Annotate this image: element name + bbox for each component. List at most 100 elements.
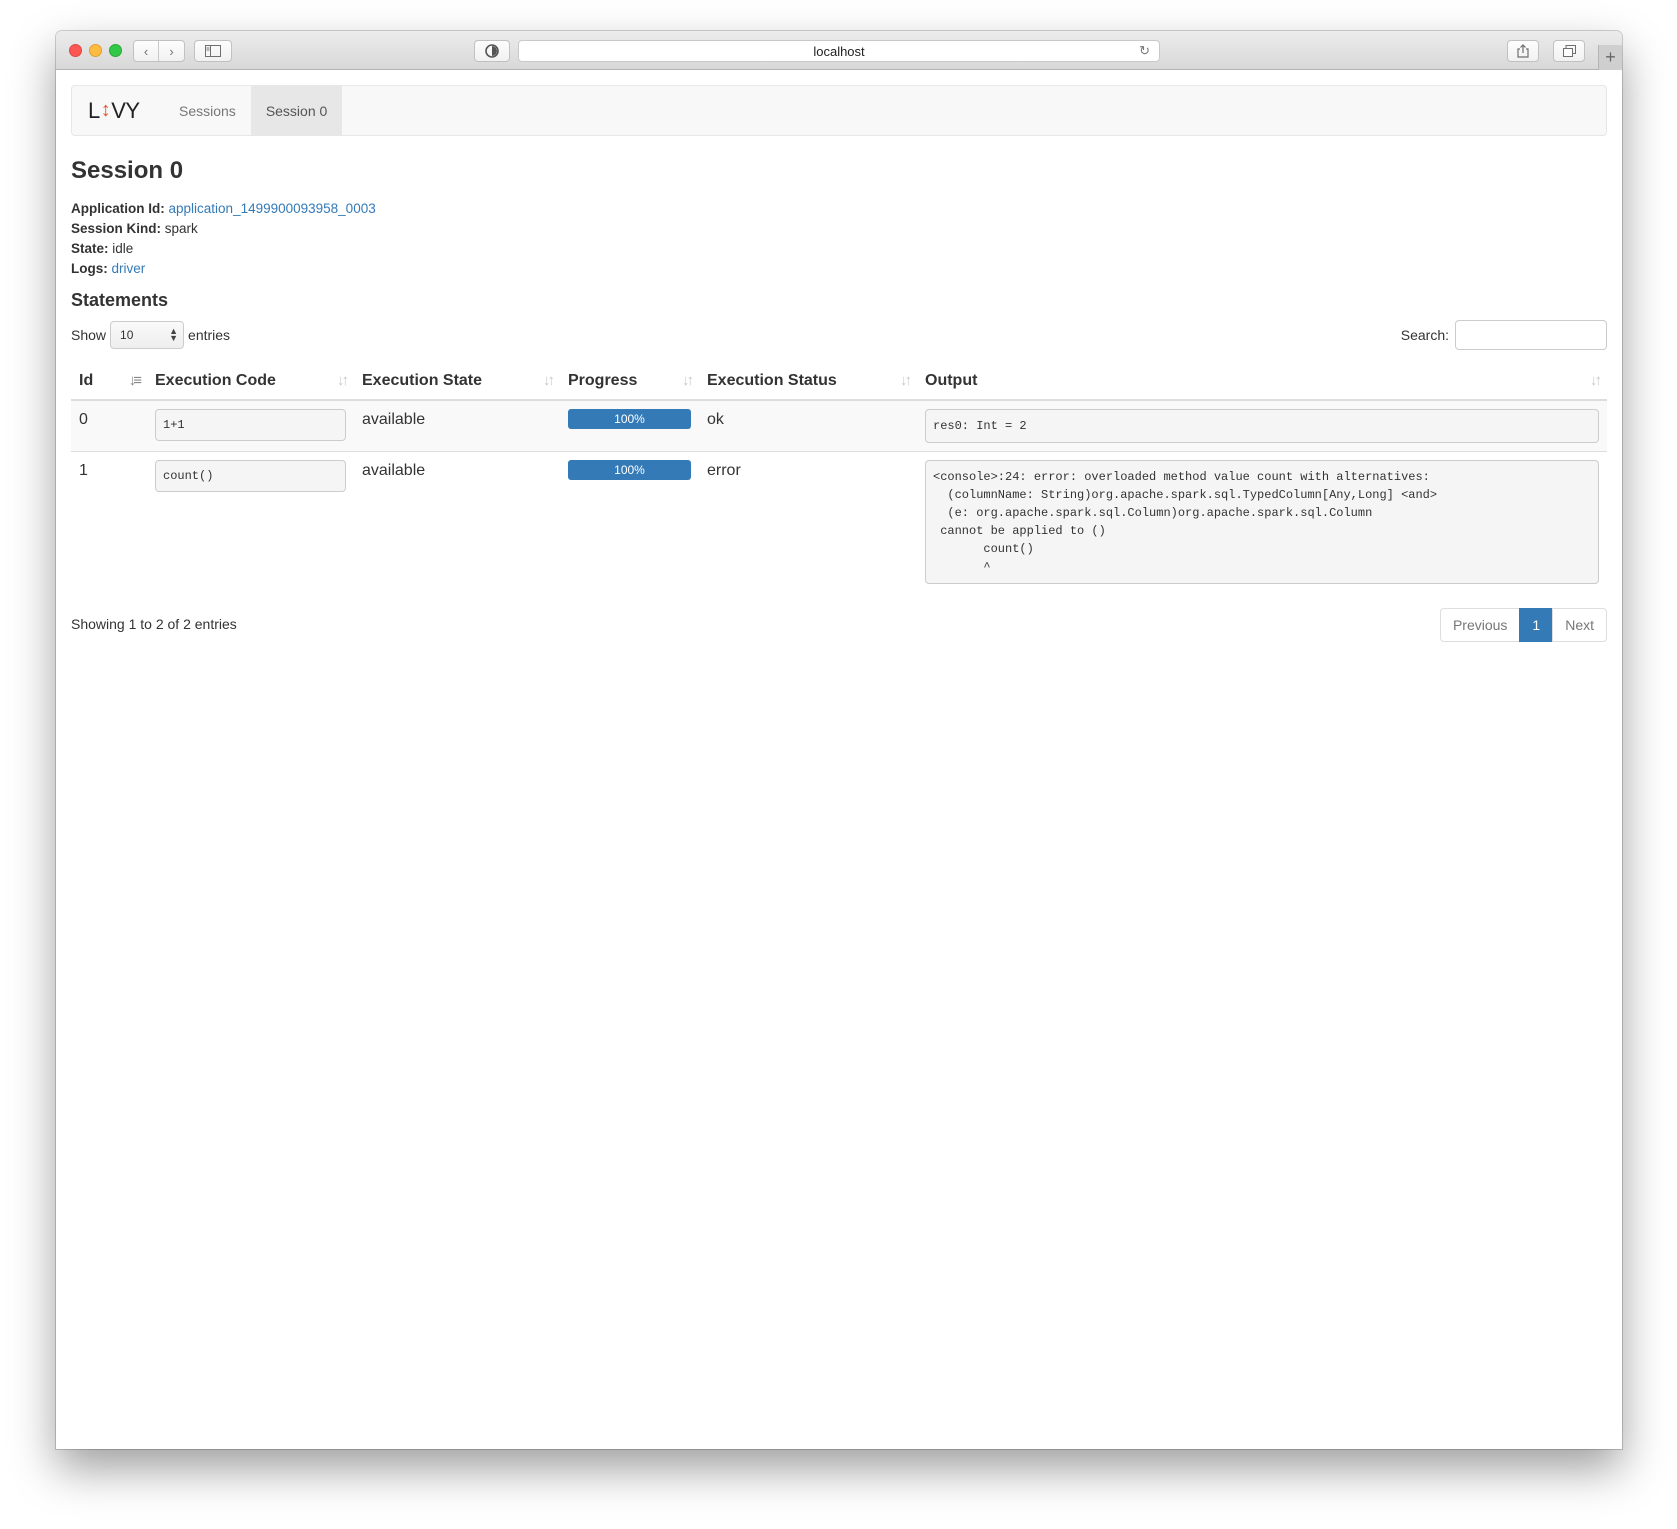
cell-state: available bbox=[354, 451, 560, 592]
cell-status: error bbox=[699, 451, 917, 592]
execution-state: available bbox=[362, 462, 426, 479]
column-header-label: Execution Status bbox=[707, 372, 837, 389]
application-id-label: Application Id: bbox=[71, 201, 165, 216]
session-info: Application Id: application_149990009395… bbox=[71, 199, 1607, 279]
address-bar[interactable]: localhost ↻ bbox=[518, 40, 1160, 62]
statements-table: Id ↓≡ Execution Code ↓↑ Execution State ↓↑ … bbox=[71, 363, 1607, 592]
table-footer: Showing 1 to 2 of 2 entries Previous 1 N… bbox=[71, 608, 1607, 642]
state-row: State: idle bbox=[71, 239, 1607, 259]
column-header-progress[interactable]: Progress ↓↑ bbox=[560, 363, 699, 401]
reload-icon[interactable]: ↻ bbox=[1139, 43, 1150, 59]
page-1-button[interactable]: 1 bbox=[1519, 608, 1554, 642]
execution-code-box[interactable]: count() bbox=[155, 460, 346, 492]
tabs-icon bbox=[1562, 45, 1576, 57]
table-row: 1 count() available 100% error <console>… bbox=[71, 451, 1607, 592]
progress-bar: 100% bbox=[568, 409, 691, 429]
table-info: Showing 1 to 2 of 2 entries bbox=[71, 616, 237, 632]
cell-output: res0: Int = 2 bbox=[917, 399, 1607, 452]
previous-page-button[interactable]: Previous bbox=[1439, 608, 1521, 642]
page-length-control: Show 10 ▲ ▼ entries bbox=[71, 320, 230, 350]
app-navbar: L ↕ VY Sessions Session 0 bbox=[71, 85, 1607, 136]
cell-state: available bbox=[354, 399, 560, 452]
statements-heading: Statements bbox=[71, 290, 169, 310]
history-nav-group: ‹ › bbox=[133, 40, 185, 62]
output-box[interactable]: <console>:24: error: overloaded method v… bbox=[925, 460, 1599, 584]
cell-code: count() bbox=[147, 451, 354, 592]
shield-icon bbox=[485, 44, 499, 58]
driver-logs-link[interactable]: driver bbox=[112, 261, 146, 276]
search-control: Search: bbox=[1401, 320, 1607, 350]
statement-id: 0 bbox=[79, 411, 88, 428]
logo-arrow-icon: ↕ bbox=[100, 99, 111, 121]
sort-icon: ↓↑ bbox=[1590, 372, 1602, 389]
url-text: localhost bbox=[813, 43, 865, 59]
nav-session-0-link[interactable]: Session 0 bbox=[250, 86, 343, 135]
table-controls: Show 10 ▲ ▼ entries Search: bbox=[71, 320, 1607, 350]
execution-status: ok bbox=[707, 411, 724, 428]
next-page-button[interactable]: Next bbox=[1552, 608, 1607, 642]
sort-icon: ↓↑ bbox=[543, 372, 555, 389]
page-title: Session 0 bbox=[71, 157, 184, 184]
output-box[interactable]: res0: Int = 2 bbox=[925, 409, 1599, 443]
page-length-select[interactable]: 10 ▲ ▼ bbox=[110, 321, 185, 349]
search-label: Search: bbox=[1400, 327, 1449, 343]
privacy-button[interactable] bbox=[474, 40, 510, 62]
minimize-window-button[interactable] bbox=[89, 44, 102, 57]
share-icon bbox=[1517, 44, 1529, 58]
share-button[interactable] bbox=[1507, 40, 1539, 62]
cell-code: 1+1 bbox=[147, 399, 354, 452]
column-header-label: Execution Code bbox=[155, 372, 276, 389]
forward-icon[interactable]: › bbox=[159, 41, 184, 61]
browser-window: ‹ › localhost ↻ + L ↕ VY Sessions Sessio… bbox=[56, 31, 1622, 1449]
session-kind-row: Session Kind: spark bbox=[71, 219, 1607, 239]
sort-icon: ↓↑ bbox=[337, 372, 349, 389]
cell-progress: 100% bbox=[560, 451, 699, 592]
sort-icon: ↓↑ bbox=[900, 372, 912, 389]
page-content: L ↕ VY Sessions Session 0 Session 0 Applic… bbox=[71, 85, 1607, 642]
cell-id: 0 bbox=[71, 399, 147, 452]
zoom-window-button[interactable] bbox=[109, 44, 122, 57]
cell-status: ok bbox=[699, 399, 917, 452]
column-header-execution-code[interactable]: Execution Code ↓↑ bbox=[147, 363, 354, 401]
logo-text-right: VY bbox=[111, 97, 140, 123]
new-tab-icon[interactable]: + bbox=[1598, 45, 1622, 70]
cell-output: <console>:24: error: overloaded method v… bbox=[917, 451, 1607, 592]
nav-sessions-link[interactable]: Sessions bbox=[164, 86, 251, 135]
column-header-id[interactable]: Id ↓≡ bbox=[71, 363, 147, 401]
page-length-value: 10 bbox=[120, 328, 134, 342]
cell-id: 1 bbox=[71, 451, 147, 592]
session-kind-value: spark bbox=[164, 221, 198, 236]
application-id-link[interactable]: application_1499900093958_0003 bbox=[169, 201, 376, 216]
application-id-row: Application Id: application_149990009395… bbox=[71, 199, 1607, 219]
logs-row: Logs: driver bbox=[71, 259, 1607, 279]
logo-text-left: L bbox=[88, 97, 100, 123]
sort-ascending-icon: ↓≡ bbox=[128, 372, 142, 389]
sidebar-toggle-button[interactable] bbox=[194, 40, 232, 62]
search-input[interactable] bbox=[1455, 320, 1607, 350]
progress-bar: 100% bbox=[568, 460, 691, 480]
sort-icon: ↓↑ bbox=[682, 372, 694, 389]
pagination: Previous 1 Next bbox=[1439, 608, 1607, 642]
execution-status: error bbox=[707, 462, 741, 479]
select-arrows-icon: ▲ ▼ bbox=[169, 326, 179, 343]
session-kind-label: Session Kind: bbox=[71, 221, 162, 236]
close-window-button[interactable] bbox=[69, 44, 82, 57]
statement-id: 1 bbox=[79, 462, 88, 479]
tab-overview-button[interactable] bbox=[1553, 40, 1585, 62]
show-label: Show bbox=[71, 327, 107, 343]
back-icon[interactable]: ‹ bbox=[134, 41, 160, 61]
cell-progress: 100% bbox=[560, 399, 699, 452]
column-header-label: Id bbox=[79, 372, 94, 389]
state-label: State: bbox=[71, 241, 109, 256]
sidebar-icon bbox=[205, 45, 221, 57]
column-header-execution-status[interactable]: Execution Status ↓↑ bbox=[699, 363, 917, 401]
table-header-row: Id ↓≡ Execution Code ↓↑ Execution State ↓↑ … bbox=[71, 363, 1607, 401]
column-header-execution-state[interactable]: Execution State ↓↑ bbox=[354, 363, 560, 401]
column-header-label: Output bbox=[925, 372, 978, 389]
column-header-output[interactable]: Output ↓↑ bbox=[917, 363, 1607, 401]
state-value: idle bbox=[112, 241, 134, 256]
execution-code-box[interactable]: 1+1 bbox=[155, 409, 346, 441]
livy-logo[interactable]: L ↕ VY bbox=[72, 86, 164, 135]
logs-label: Logs: bbox=[71, 261, 108, 276]
browser-titlebar: ‹ › localhost ↻ + bbox=[56, 31, 1622, 70]
